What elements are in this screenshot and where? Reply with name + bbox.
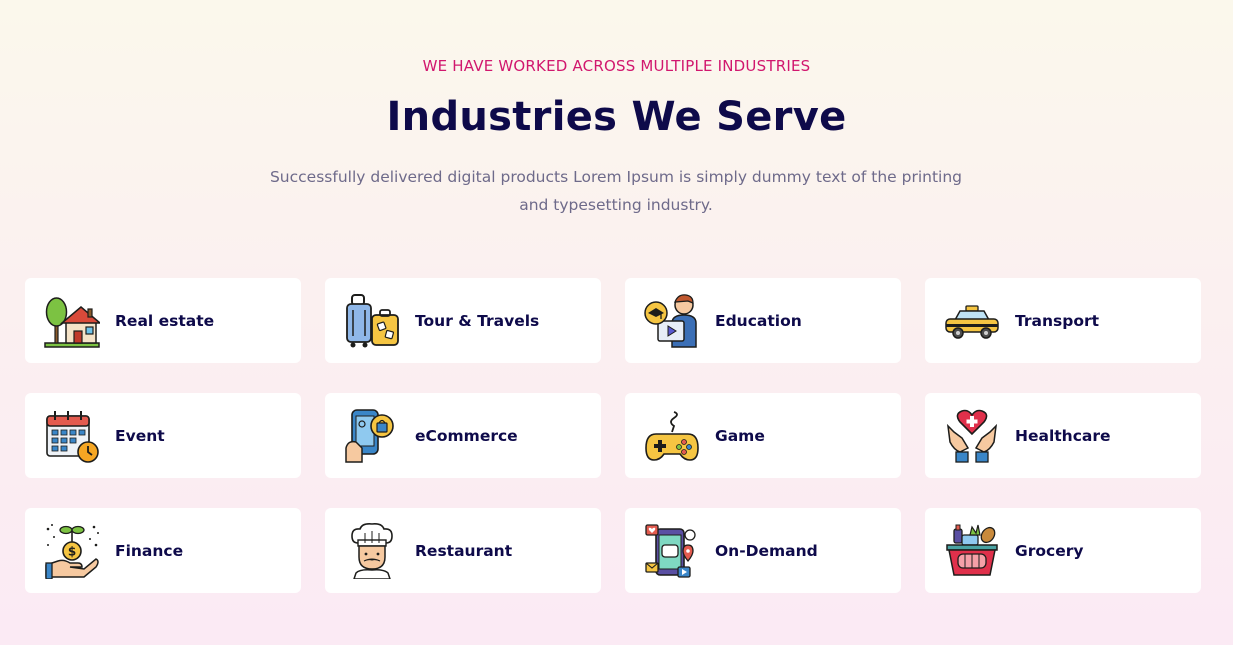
industry-card-ecommerce[interactable]: eCommerce	[325, 393, 601, 478]
section-eyebrow: WE HAVE WORKED ACROSS MULTIPLE INDUSTRIE…	[422, 57, 811, 75]
industry-card-education[interactable]: Education	[625, 278, 901, 363]
section-subtitle: Successfully delivered digital products …	[269, 168, 963, 214]
industry-label: Event	[115, 426, 165, 445]
gamepad-icon	[645, 410, 699, 461]
industry-label: Game	[715, 426, 765, 445]
industry-label: Real estate	[115, 311, 215, 330]
industry-card-finance[interactable]: $ Finance	[25, 508, 301, 593]
industry-card-game[interactable]: Game	[625, 393, 901, 478]
industry-label: Tour & Travels	[415, 311, 540, 330]
industry-label: Restaurant	[415, 541, 513, 560]
industry-card-tour-travels[interactable]: Tour & Travels	[325, 278, 601, 363]
house-icon	[44, 296, 100, 348]
chef-icon	[351, 522, 393, 579]
industry-label: Education	[715, 311, 802, 330]
industry-card-on-demand[interactable]: On-Demand	[625, 508, 901, 593]
industry-card-event[interactable]: Event	[25, 393, 301, 478]
on-demand-app-icon	[645, 523, 696, 578]
industry-label: On-Demand	[715, 541, 818, 560]
industry-card-healthcare[interactable]: Healthcare	[925, 393, 1201, 478]
industries-section: WE HAVE WORKED ACROSS MULTIPLE INDUSTRIE…	[0, 0, 1233, 645]
industry-card-restaurant[interactable]: Restaurant	[325, 508, 601, 593]
luggage-icon	[346, 293, 399, 347]
section-title: Industries We Serve	[386, 94, 847, 140]
teacher-icon	[644, 293, 697, 348]
industry-label: Transport	[1015, 311, 1100, 330]
grocery-basket-icon	[946, 524, 998, 576]
industry-label: Finance	[115, 541, 184, 560]
industry-label: Healthcare	[1015, 426, 1111, 445]
money-plant-hand-icon: $	[45, 523, 99, 579]
mobile-shopping-icon	[345, 408, 394, 463]
heart-hands-icon	[946, 409, 998, 463]
svg-text:$: $	[68, 544, 76, 558]
industries-grid: Real estate Tour & Travels Education Tra…	[25, 278, 1201, 593]
industry-label: eCommerce	[415, 426, 518, 445]
industry-card-transport[interactable]: Transport	[925, 278, 1201, 363]
calendar-icon	[46, 410, 99, 463]
industry-card-real-estate[interactable]: Real estate	[25, 278, 301, 363]
industry-card-grocery[interactable]: Grocery	[925, 508, 1201, 593]
taxi-icon	[945, 304, 999, 339]
industry-label: Grocery	[1015, 541, 1084, 560]
